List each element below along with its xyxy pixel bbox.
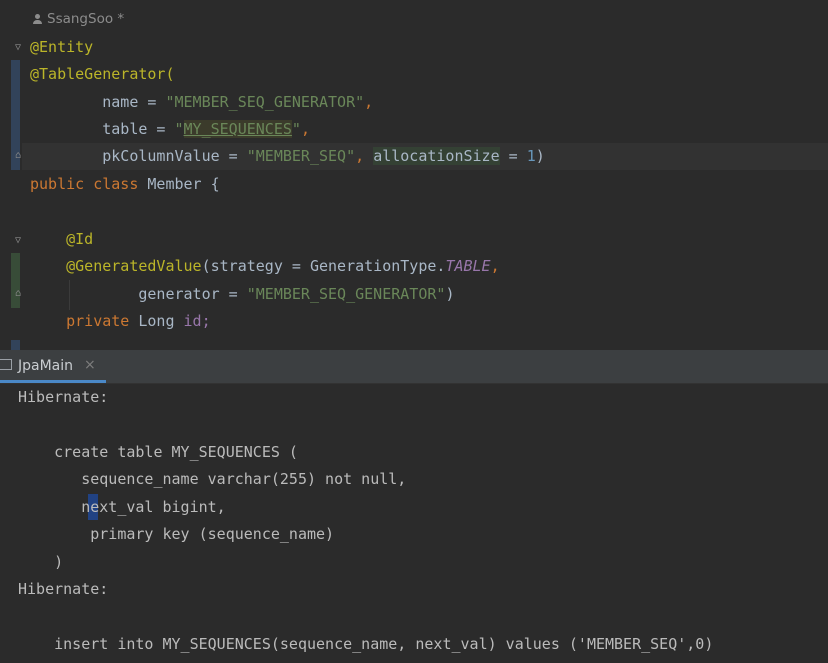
console-icon (0, 359, 12, 370)
fold-icon[interactable]: ▽ (15, 236, 25, 246)
console-line[interactable]: ) (18, 549, 63, 576)
console-line[interactable]: create table MY_SEQUENCES ( (18, 439, 298, 466)
run-tool-window-tabs: JpaMain × (0, 350, 828, 384)
console-line[interactable]: next_val bigint, (18, 494, 226, 521)
console-line[interactable]: Hibernate: (18, 576, 108, 603)
fold-icon[interactable]: ▽ (15, 43, 25, 53)
code-line[interactable]: generator = "MEMBER_SEQ_GENERATOR") (30, 281, 454, 308)
code-editor[interactable]: ▽ ⌂ ▽ ⌂ SsangSoo * @Entity @TableGenerat… (0, 0, 828, 350)
console-line[interactable]: primary key (sequence_name) (18, 521, 334, 548)
user-icon (32, 14, 42, 24)
code-line[interactable]: pkColumnValue = "MEMBER_SEQ", allocation… (30, 143, 545, 170)
tab-title: JpaMain (18, 358, 74, 374)
code-line[interactable]: private Long id; (30, 308, 211, 335)
author-name: SsangSoo * (47, 11, 125, 27)
close-icon[interactable]: × (84, 357, 96, 373)
tab-jpamain[interactable]: JpaMain × (0, 350, 106, 383)
code-line[interactable]: public class Member { (30, 171, 220, 198)
code-author-hint[interactable]: SsangSoo * (32, 11, 124, 27)
console-line[interactable]: Hibernate: (18, 384, 108, 411)
code-line[interactable]: @GeneratedValue(strategy = GenerationTyp… (30, 253, 500, 280)
code-line[interactable]: @Entity (30, 34, 93, 61)
change-marker[interactable] (11, 253, 20, 308)
code-line[interactable]: name = "MEMBER_SEQ_GENERATOR", (30, 89, 373, 116)
editor-gutter: ▽ ⌂ ▽ ⌂ (0, 0, 22, 350)
code-line[interactable]: @TableGenerator( (30, 61, 175, 88)
console-line[interactable]: sequence_name varchar(255) not null, (18, 466, 406, 493)
code-line[interactable]: @Id (30, 226, 93, 253)
console-line[interactable]: insert into MY_SEQUENCES(sequence_name, … (18, 631, 713, 658)
change-marker[interactable] (11, 340, 20, 350)
indent-guide (69, 280, 70, 310)
code-line[interactable]: table = "MY_SEQUENCES", (30, 116, 310, 143)
fold-icon[interactable]: ⌂ (15, 289, 25, 299)
